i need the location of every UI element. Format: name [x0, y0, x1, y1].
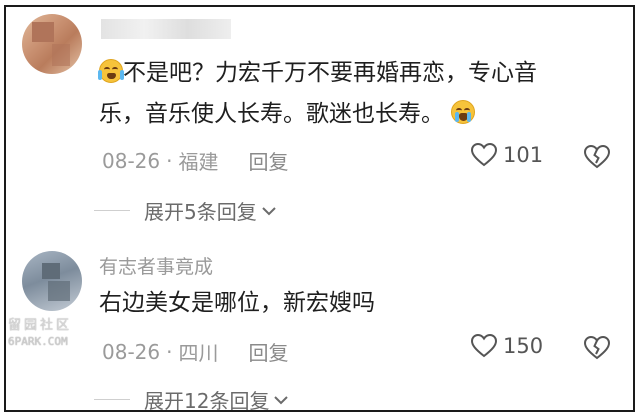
dislike-button[interactable]	[583, 144, 611, 173]
username[interactable]: 有志者事竟成	[99, 252, 213, 279]
comment-date: 08-26	[102, 339, 161, 364]
like-button[interactable]: 101	[471, 143, 543, 167]
avatar[interactable]	[22, 251, 82, 311]
like-count: 150	[503, 334, 544, 358]
avatar[interactable]	[22, 14, 82, 74]
comment-location: 福建	[178, 150, 219, 174]
meta-separator: ·	[166, 339, 173, 364]
comment-location: 四川	[178, 341, 219, 365]
like-button[interactable]: 150	[471, 334, 543, 358]
reply-button[interactable]: 回复	[248, 146, 288, 175]
chevron-down-icon	[262, 206, 276, 215]
dislike-button[interactable]	[583, 335, 611, 364]
expand-divider	[94, 210, 130, 211]
heart-icon	[471, 334, 497, 358]
comment-text-line2: 乐，音乐使人长寿。歌迷也长寿。	[99, 101, 444, 127]
comment-text-line1: 右边美女是哪位，新宏嫂吗	[99, 290, 375, 316]
like-count: 101	[503, 143, 544, 167]
laugh-cry-emoji-icon	[98, 59, 124, 83]
expand-divider	[94, 399, 130, 400]
comment-text[interactable]: 右边美女是哪位，新宏嫂吗	[99, 283, 619, 324]
meta-separator: ·	[166, 148, 173, 173]
expand-replies-button[interactable]: 展开5条回复	[94, 196, 277, 225]
broken-heart-icon	[583, 335, 611, 360]
chevron-down-icon	[274, 395, 289, 404]
comment-meta: 08-26 · 福建 回复	[102, 146, 288, 175]
expand-replies-label: 展开12条回复	[144, 389, 270, 413]
broken-heart-icon	[583, 144, 611, 169]
username-blurred[interactable]	[101, 19, 231, 39]
reply-button[interactable]: 回复	[248, 337, 288, 366]
comment-meta: 08-26 · 四川 回复	[102, 337, 288, 366]
crying-emoji-icon	[451, 100, 476, 124]
heart-icon	[471, 143, 497, 167]
expand-replies-label: 展开5条回复	[144, 200, 257, 224]
comment-text[interactable]: 不是吧？力宏千万不要再婚再恋，专心音 乐，音乐使人长寿。歌迷也长寿。	[98, 53, 619, 135]
comment-text-line1: 不是吧？力宏千万不要再婚再恋，专心音	[123, 60, 537, 86]
comment-list: 不是吧？力宏千万不要再婚再恋，专心音 乐，音乐使人长寿。歌迷也长寿。 08-26…	[4, 5, 635, 414]
comment-date: 08-26	[102, 148, 161, 173]
expand-replies-button[interactable]: 展开12条回复	[94, 385, 289, 414]
site-watermark: 留园社区 6PARK.COM	[8, 318, 73, 348]
